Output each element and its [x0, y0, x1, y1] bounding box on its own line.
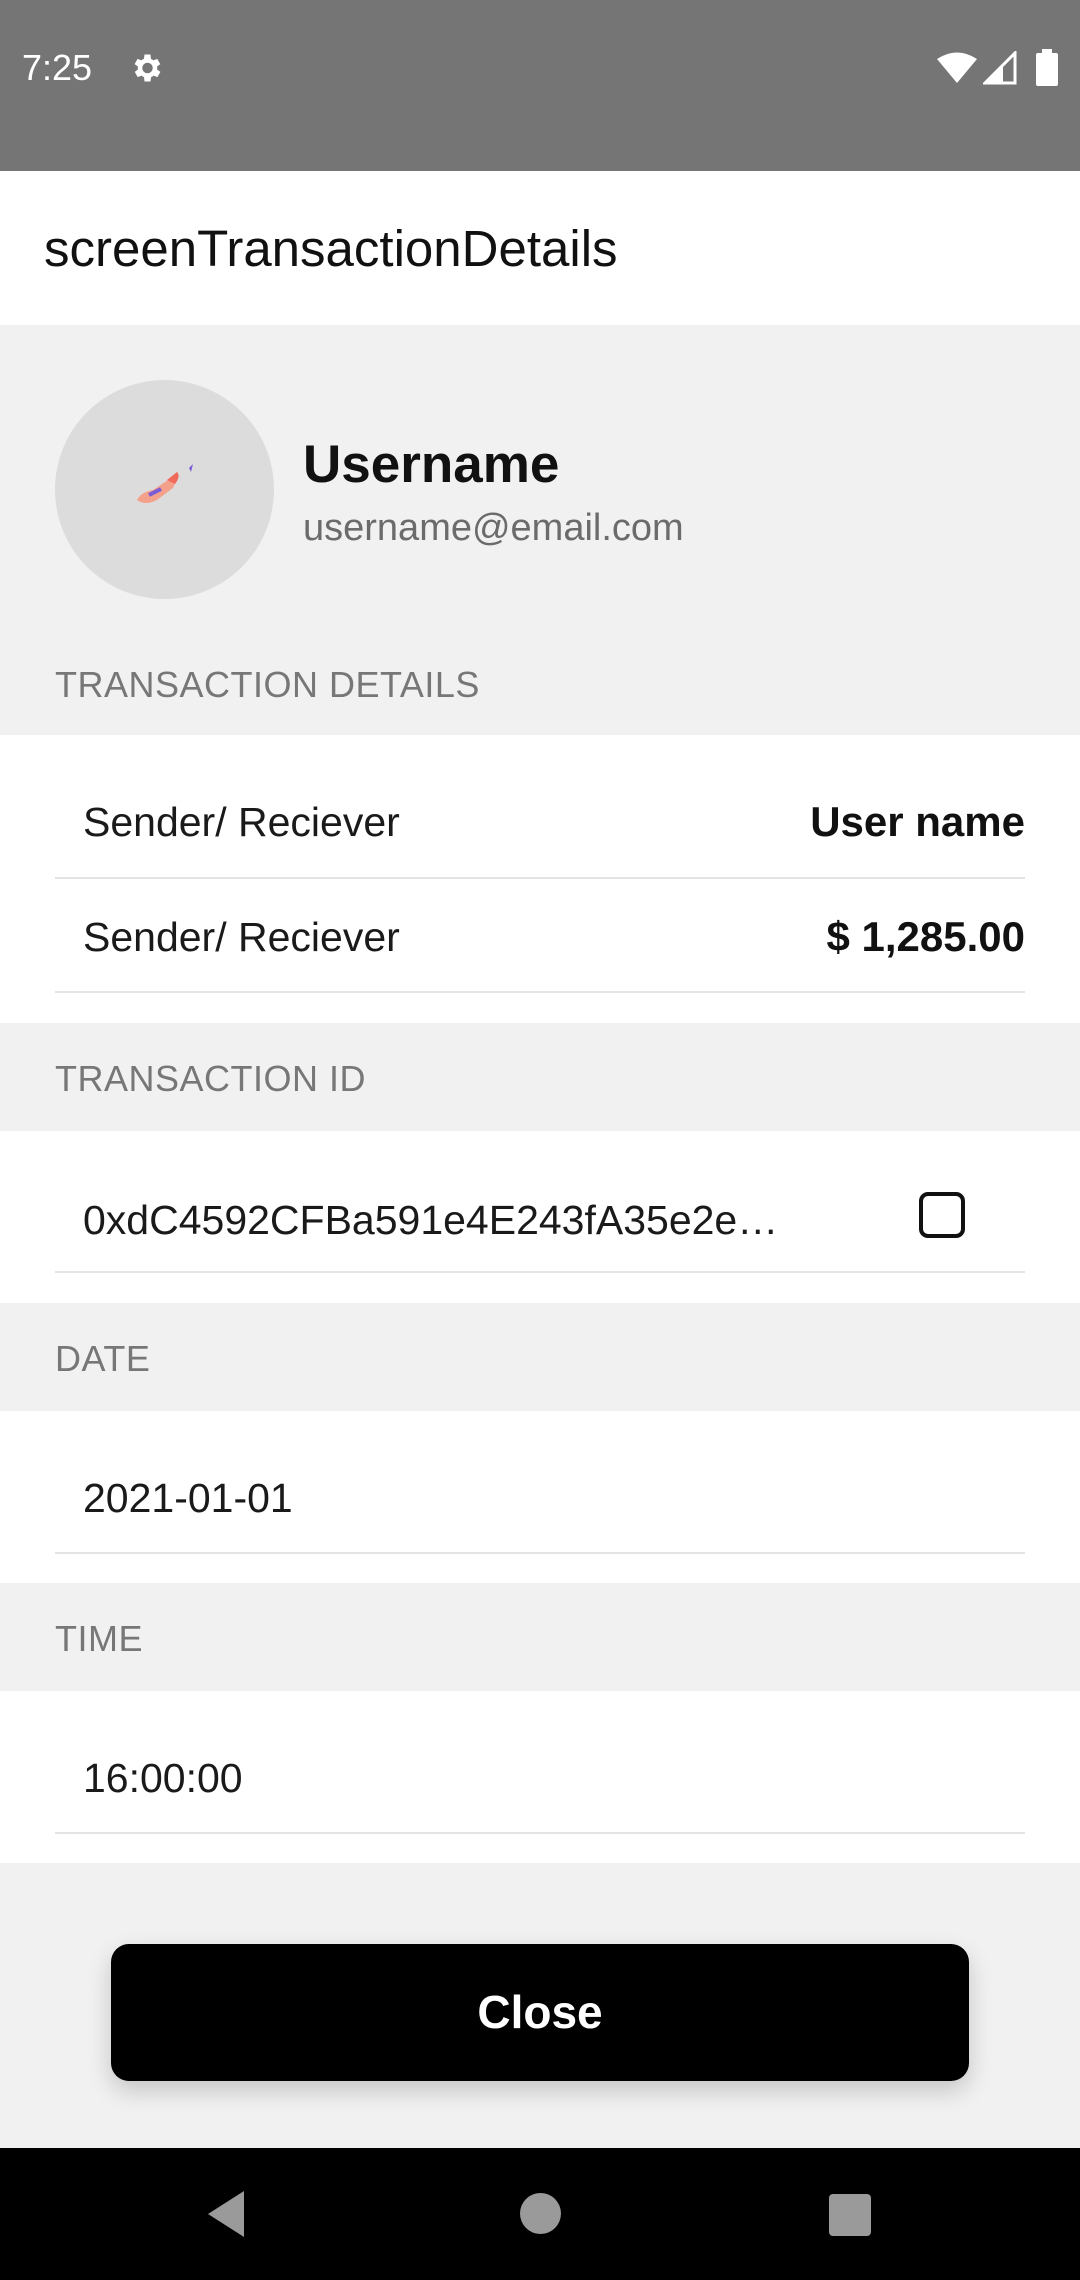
page-title: screenTransactionDetails	[44, 220, 618, 277]
section-header-transaction-details: TRANSACTION DETAILS	[55, 664, 480, 705]
status-bar: 7:25	[0, 0, 1080, 171]
app-bar: screenTransactionDetails	[0, 171, 1080, 325]
navigation-bar	[0, 2148, 1080, 2280]
time-card: 16:00:00	[0, 1691, 1080, 1863]
list-item: Sender/ Reciever User name	[55, 735, 1025, 879]
section-header: TRANSACTION ID	[0, 1023, 1080, 1131]
row-label: Sender/ Reciever	[83, 914, 400, 960]
section-header: DATE	[0, 1303, 1080, 1411]
transaction-id-value: 0xdC4592CFBa591e4E243fA35e2e…	[83, 1197, 779, 1243]
list-item: 16:00:00	[55, 1691, 1025, 1834]
row-value: User name	[810, 798, 1025, 845]
transaction-details-card: Sender/ Reciever User name Sender/ Recie…	[0, 735, 1080, 1023]
avatar	[55, 380, 274, 599]
recents-icon[interactable]	[829, 2194, 871, 2236]
date-value: 2021-01-01	[83, 1475, 293, 1521]
home-icon[interactable]	[520, 2193, 561, 2234]
profile-header: Username username@email.com TRANSACTION …	[0, 325, 1080, 735]
section-header: TIME	[0, 1583, 1080, 1691]
status-time: 7:25	[22, 47, 93, 88]
list-item: Sender/ Reciever $ 1,285.00	[55, 879, 1025, 993]
back-icon[interactable]	[204, 2189, 248, 2239]
signal-icon	[983, 51, 1017, 85]
row-label: Sender/ Reciever	[83, 799, 400, 845]
section-header-time: TIME	[55, 1618, 143, 1659]
gear-icon	[134, 54, 161, 82]
profile-email: username@email.com	[303, 507, 684, 549]
section-header-transaction-id: TRANSACTION ID	[55, 1058, 367, 1099]
section-header-date: DATE	[55, 1338, 151, 1379]
close-button[interactable]: Close	[111, 1944, 969, 2081]
date-card: 2021-01-01	[0, 1411, 1080, 1583]
copy-icon[interactable]	[919, 1192, 965, 1238]
profile-name: Username	[303, 435, 560, 494]
list-item: 2021-01-01	[55, 1411, 1025, 1554]
time-value: 16:00:00	[83, 1755, 243, 1801]
wifi-icon	[937, 52, 977, 83]
row-value: $ 1,285.00	[826, 913, 1025, 960]
list-item: 0xdC4592CFBa591e4E243fA35e2e…	[55, 1131, 1025, 1273]
battery-icon	[1036, 49, 1058, 86]
rocket-icon	[137, 464, 193, 503]
transaction-id-card: 0xdC4592CFBa591e4E243fA35e2e…	[0, 1131, 1080, 1303]
